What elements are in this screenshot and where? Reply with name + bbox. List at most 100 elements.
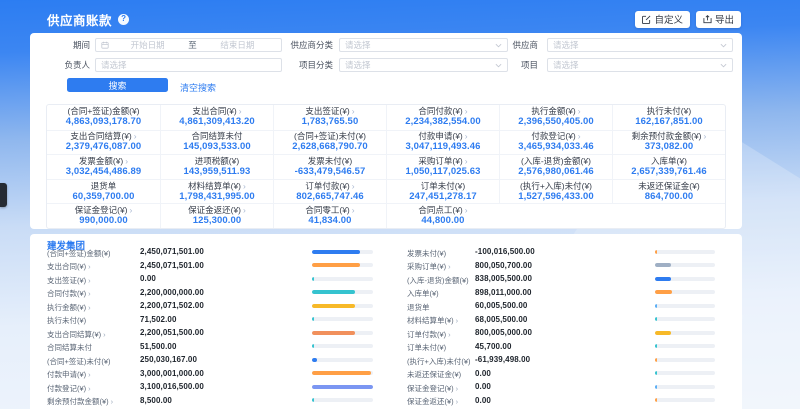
summary-cell: 订单未付(¥)247,451,278.17 [386, 179, 499, 204]
filter-label-project-category: 项目分类 [285, 60, 333, 70]
chevron-right-icon: › [465, 131, 468, 141]
metric-label: (合同+签证)未付(¥) [294, 132, 366, 141]
detail-row: 支出合同结算(¥)›2,200,051,500.00订单付款(¥)›800,00… [30, 326, 742, 340]
summary-cell[interactable]: 保证金登记(¥)›990,000.00 [47, 203, 160, 228]
metric-bar [655, 250, 715, 254]
detail-metric-label[interactable]: 付款登记(¥)› [47, 383, 91, 394]
summary-cell[interactable]: 支出合同(¥)›4,861,309,413.20 [160, 105, 273, 130]
filter-label-owner: 负责人 [45, 60, 90, 70]
owner-placeholder: 请选择 [101, 59, 127, 71]
chevron-right-icon: › [448, 330, 451, 339]
detail-metric-label: (执行+入库)未付(¥) [407, 356, 471, 367]
detail-metric-label[interactable]: 订单付款(¥)› [407, 329, 451, 340]
summary-cell[interactable]: 付款登记(¥)›3,465,934,033.46 [499, 130, 612, 155]
chevron-right-icon: › [88, 289, 91, 298]
metric-bar [312, 358, 373, 362]
metric-value: 864,700.00 [645, 192, 694, 202]
metric-label: 执行未付(¥) [647, 107, 691, 116]
summary-cell[interactable]: 保证金返还(¥)›125,300.00 [160, 203, 273, 228]
metric-bar [655, 317, 715, 321]
calendar-icon [101, 41, 109, 49]
detail-metric-label[interactable]: 支出合同结算(¥)› [47, 329, 106, 340]
metric-bar [312, 250, 373, 254]
metric-label: (入库-退货)金额(¥) [521, 157, 591, 166]
summary-cell: 发票未付(¥)-633,479,546.57 [273, 154, 386, 179]
detail-metric-label: 执行未付(¥) [47, 315, 86, 326]
detail-row: (合同+签证)金额(¥)2,450,071,501.00发票未付(¥)-100,… [30, 245, 742, 259]
metric-value: 4,863,093,178.70 [66, 117, 142, 127]
chevron-right-icon: › [456, 397, 459, 406]
chevron-right-icon: › [88, 303, 91, 312]
project-category-select[interactable]: 请选择 [339, 58, 508, 72]
clear-search-link[interactable]: 清空搜索 [180, 81, 216, 94]
detail-metric-label[interactable]: 剩余预付款金额(¥)› [47, 396, 113, 407]
supplier-accounts-page: 供应商账款 ? 自定义 导出 期间 开始日期 至 结束日期 供应商分类 请选择 … [0, 0, 800, 409]
summary-cell[interactable]: 合同点工(¥)›44,800.00 [386, 203, 499, 228]
detail-metric-label[interactable]: 支出签证(¥)› [47, 275, 91, 286]
chevron-right-icon: › [448, 262, 451, 271]
metric-bar-fill [312, 304, 355, 308]
supplier-category-select[interactable]: 请选择 [339, 38, 508, 52]
metric-bar [312, 331, 373, 335]
metric-label: 合同点工(¥)› [418, 206, 467, 215]
metric-bar [312, 344, 373, 348]
metric-bar-fill [312, 250, 360, 254]
chevron-right-icon: › [704, 131, 707, 141]
detail-row: 合同结算未付51,500.00订单未付(¥)45,700.00 [30, 340, 742, 354]
filter-label-supplier: 供应商 [490, 40, 538, 50]
export-button[interactable]: 导出 [696, 11, 741, 28]
summary-cell[interactable]: 支出合同结算(¥)›2,379,476,087.00 [47, 130, 160, 155]
detail-row: 支出签证(¥)›0.00(入库-退货)金额(¥)838,005,500.00 [30, 272, 742, 286]
project-select[interactable]: 请选择 [547, 58, 733, 72]
metric-bar-fill [655, 385, 657, 389]
metric-value: 162,167,851.00 [635, 117, 702, 127]
summary-cell[interactable]: 合同付款(¥)›2,234,382,554.00 [386, 105, 499, 130]
chevron-right-icon: › [456, 316, 459, 325]
metric-label: 订单未付(¥) [421, 182, 465, 191]
detail-metric-label[interactable]: 采购订单(¥)› [407, 261, 451, 272]
end-date-placeholder: 结束日期 [199, 39, 276, 51]
metric-label: 支出签证(¥)› [305, 107, 354, 116]
detail-metric-label[interactable]: 执行金额(¥)› [47, 302, 91, 313]
metric-bar [655, 344, 715, 348]
detail-metric-label: (入库-退货)金额(¥) [407, 275, 469, 286]
help-icon[interactable]: ? [118, 14, 129, 25]
summary-cell[interactable]: 合同零工(¥)›41,834.00 [273, 203, 386, 228]
page-header: 供应商账款 ? 自定义 导出 [47, 10, 741, 28]
chevron-right-icon: › [88, 276, 91, 285]
export-button-label: 导出 [715, 12, 734, 26]
metric-value: 1,783,765.50 [302, 117, 359, 127]
start-date-placeholder: 开始日期 [109, 39, 186, 51]
detail-metric-label[interactable]: 保证金返还(¥)› [407, 396, 458, 407]
metric-bar [312, 277, 373, 281]
chevron-right-icon: › [578, 106, 581, 116]
detail-metric-label[interactable]: 付款申请(¥)› [47, 369, 91, 380]
sidebar-collapse-handle[interactable] [0, 183, 7, 207]
search-button[interactable]: 搜索 [67, 78, 168, 92]
summary-cell[interactable]: 采购订单(¥)›1,050,117,025.63 [386, 154, 499, 179]
summary-cell[interactable]: 剩余预付款金额(¥)›373,082.00 [612, 130, 725, 155]
metric-bar-fill [655, 317, 657, 321]
customize-button[interactable]: 自定义 [635, 11, 690, 28]
summary-cell[interactable]: 支出签证(¥)›1,783,765.50 [273, 105, 386, 130]
summary-cell[interactable]: 付款申请(¥)›3,047,119,493.46 [386, 130, 499, 155]
detail-metric-label[interactable]: 支出合同(¥)› [47, 261, 91, 272]
detail-row: 剩余预付款金额(¥)›8,500.00保证金返还(¥)›0.00 [30, 394, 742, 408]
summary-cell[interactable]: 执行金额(¥)›2,396,550,405.00 [499, 105, 612, 130]
supplier-select[interactable]: 请选择 [547, 38, 733, 52]
detail-metric-label[interactable]: 保证金登记(¥)› [407, 383, 458, 394]
metric-label: 执行金额(¥)› [531, 107, 580, 116]
owner-select[interactable]: 请选择 [95, 58, 282, 72]
period-daterange-input[interactable]: 开始日期 至 结束日期 [95, 38, 282, 52]
filter-label-supplier-category: 供应商分类 [285, 40, 333, 50]
summary-cell[interactable]: 材料结算单(¥)›1,798,431,995.00 [160, 179, 273, 204]
detail-metric-value: 0.00 [140, 274, 156, 283]
summary-cell[interactable]: 发票金额(¥)›3,032,454,486.89 [47, 154, 160, 179]
summary-cell[interactable]: 订单付款(¥)›802,665,747.46 [273, 179, 386, 204]
chevron-down-icon [720, 63, 727, 68]
detail-metric-label: (合同+签证)金额(¥) [47, 248, 111, 259]
daterange-separator: 至 [186, 39, 199, 51]
detail-metric-label[interactable]: 合同付款(¥)› [47, 288, 91, 299]
detail-metric-label[interactable]: 材料结算单(¥)› [407, 315, 458, 326]
metric-bar-fill [312, 277, 314, 281]
